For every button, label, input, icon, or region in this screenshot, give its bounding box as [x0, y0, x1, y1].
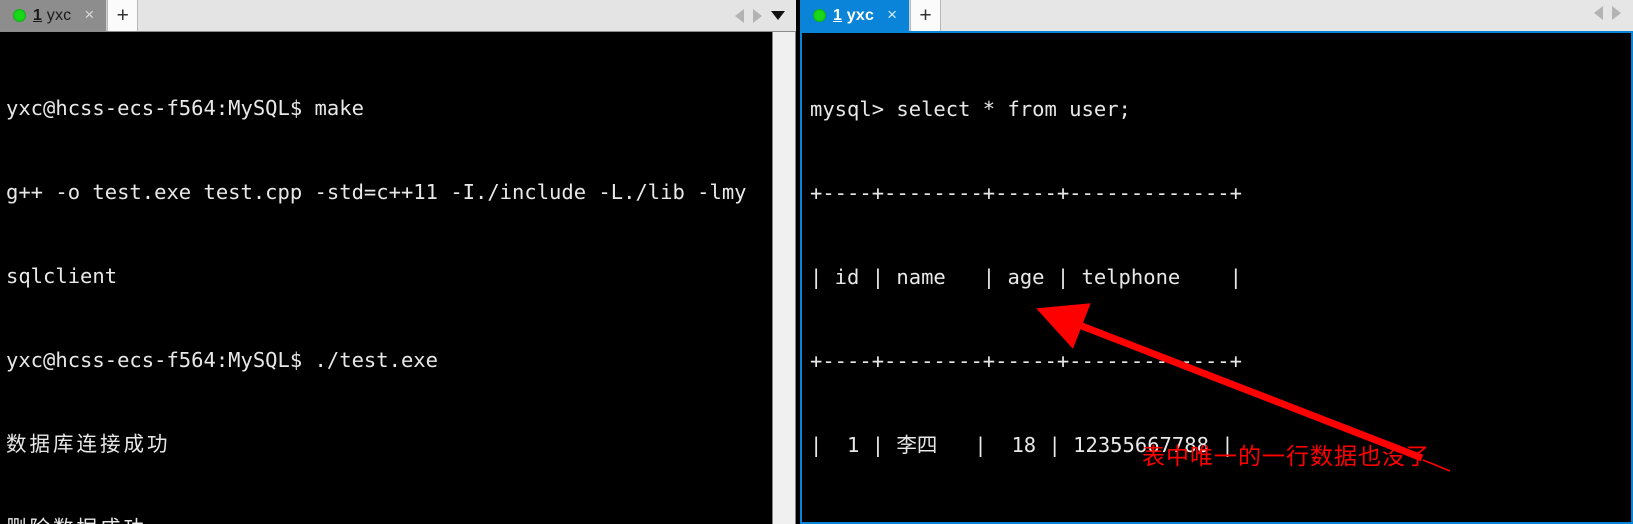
table-separator: +----+--------+-----+-------------+	[810, 515, 1631, 522]
scroll-left-icon[interactable]	[735, 8, 744, 23]
annotation-label: 表中唯一的一行数据也没了	[1142, 444, 1430, 470]
terminal-line: yxc@hcss-ecs-f564:MySQL$ ./test.exe	[6, 348, 438, 372]
terminal-line: sqlclient	[6, 264, 118, 288]
left-tab-yxc[interactable]: 1 yxc ×	[0, 0, 108, 31]
left-tab-label: 1 yxc	[33, 7, 71, 25]
left-tabbar-spacer	[138, 0, 735, 31]
left-tab-number: 1	[33, 6, 43, 24]
right-tab-nav	[1594, 6, 1621, 20]
close-icon[interactable]: ×	[881, 6, 900, 25]
left-tab-name: yxc	[46, 6, 72, 24]
scroll-left-icon[interactable]	[1594, 6, 1603, 20]
right-terminal-body: mysql> select * from user; +----+-------…	[800, 31, 1633, 524]
status-dot-icon	[13, 9, 26, 22]
left-tabbar: 1 yxc × +	[0, 0, 796, 31]
right-terminal-output[interactable]: mysql> select * from user; +----+-------…	[802, 33, 1631, 522]
close-icon[interactable]: ×	[78, 6, 97, 25]
right-tab-label: 1 yxc	[833, 7, 874, 25]
right-terminal-window: 1 yxc × + mysql> select * from user; +--…	[800, 0, 1633, 524]
terminal-line-cn: 数据库连接成功	[6, 432, 171, 456]
mysql-query-line: mysql> select * from user;	[810, 97, 1131, 121]
left-terminal-body: yxc@hcss-ecs-f564:MySQL$ make g++ -o tes…	[0, 31, 796, 524]
right-tabbar: 1 yxc × +	[800, 0, 1633, 31]
terminal-line: yxc@hcss-ecs-f564:MySQL$ make	[6, 96, 364, 120]
desktop: 1 yxc × + yxc@hcss-ecs-f564:MySQL$ make …	[0, 0, 1633, 524]
terminal-line: g++ -o test.exe test.cpp -std=c++11 -I./…	[6, 180, 747, 204]
right-tab-name: yxc	[846, 6, 875, 24]
right-tab-yxc[interactable]: 1 yxc ×	[800, 0, 910, 31]
table-separator: +----+--------+-----+-------------+	[810, 349, 1242, 373]
left-terminal-output[interactable]: yxc@hcss-ecs-f564:MySQL$ make g++ -o tes…	[0, 32, 772, 524]
new-tab-button[interactable]: +	[107, 0, 139, 31]
right-tabbar-spacer	[941, 0, 1633, 31]
status-dot-icon	[813, 9, 826, 22]
terminal-line-cn: 删除数据成功	[6, 514, 772, 524]
right-tab-number: 1	[833, 6, 843, 24]
left-tab-nav	[735, 0, 796, 31]
new-tab-button[interactable]: +	[910, 0, 941, 31]
table-separator: +----+--------+-----+-------------+	[810, 181, 1242, 205]
scroll-right-icon[interactable]	[753, 8, 762, 23]
chevron-down-icon[interactable]	[771, 11, 785, 20]
scroll-right-icon[interactable]	[1612, 6, 1621, 20]
left-terminal-window: 1 yxc × + yxc@hcss-ecs-f564:MySQL$ make …	[0, 0, 796, 524]
table-header-row: | id | name | age | telphone |	[810, 265, 1242, 289]
left-terminal-scrollbar[interactable]	[772, 32, 796, 524]
